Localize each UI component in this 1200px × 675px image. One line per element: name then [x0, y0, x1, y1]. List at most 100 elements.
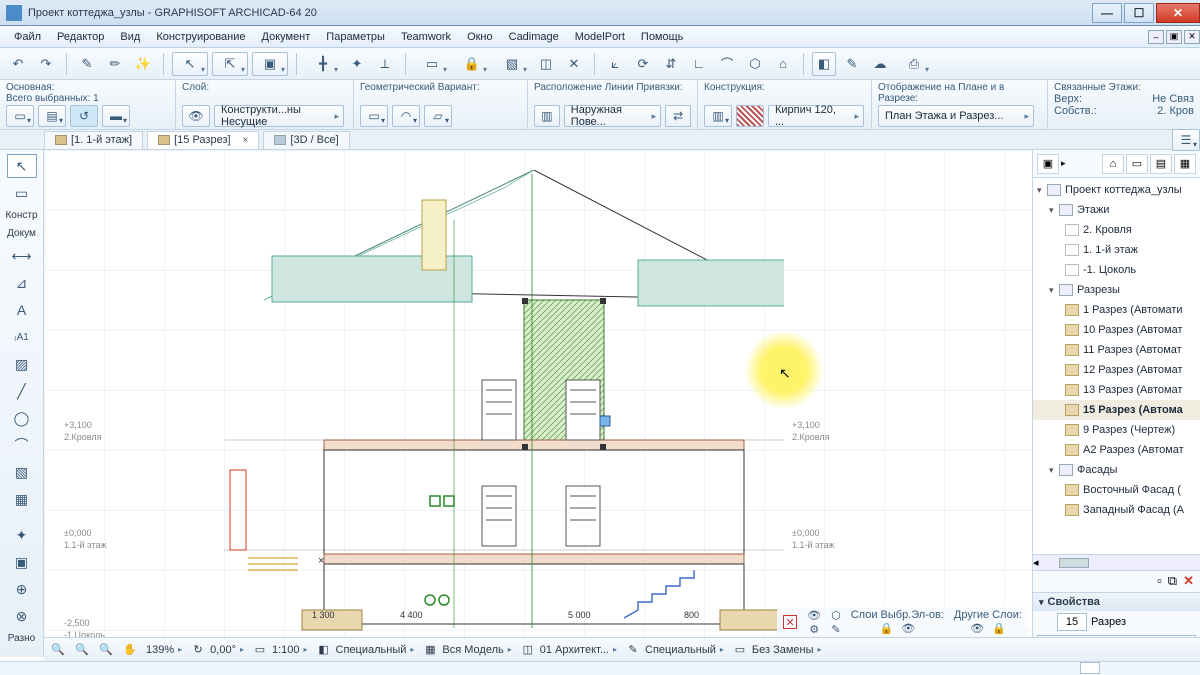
polyline-tool-icon[interactable]: ▧ [7, 460, 37, 484]
props-id-input[interactable] [1057, 613, 1087, 631]
tree-story-base[interactable]: -1. Цоколь [1033, 260, 1200, 280]
figure-tool-icon[interactable]: ▣ [7, 550, 37, 574]
nav-dup-icon[interactable]: ⧉ [1168, 573, 1177, 590]
tab-close-icon[interactable]: × [243, 135, 249, 146]
tree-story-2[interactable]: 2. Кровля [1033, 220, 1200, 240]
pick-icon[interactable]: ✎ [75, 52, 99, 76]
tree-elev-east[interactable]: Восточный Фасад ( [1033, 480, 1200, 500]
constr-type-icon[interactable]: ▥ [704, 105, 732, 127]
rotation-value[interactable]: 0,00° [210, 644, 236, 656]
geom-straight-icon[interactable]: ▭ [360, 105, 388, 127]
cursor-mode-icon[interactable]: ↖ [172, 52, 208, 76]
menu-options[interactable]: Параметры [318, 29, 393, 45]
fill-tool-icon[interactable]: ▨ [7, 352, 37, 376]
tree-story-1[interactable]: 1. 1-й этаж [1033, 240, 1200, 260]
tab-floor-plan[interactable]: [1. 1-й этаж] [44, 131, 143, 149]
hotspot-icon[interactable]: ✦ [7, 523, 37, 547]
arrow-tool-icon[interactable]: ↖ [7, 154, 37, 178]
menu-cadimage[interactable]: Cadimage [501, 29, 567, 45]
label-tool-icon[interactable]: ₍A1 [7, 325, 37, 349]
tree-sec-12[interactable]: 12 Разрез (Автомат [1033, 360, 1200, 380]
maximize-button[interactable]: ☐ [1124, 3, 1154, 23]
menu-close-icon[interactable]: ✕ [1184, 30, 1200, 44]
minimize-button[interactable]: — [1092, 3, 1122, 23]
filter-icon[interactable]: ✕ [562, 52, 586, 76]
text-tool-icon[interactable]: A [7, 298, 37, 322]
status-combo-1[interactable]: Специальный [336, 644, 407, 656]
properties-header[interactable]: ▾Свойства [1033, 593, 1200, 611]
dimension-tool-icon[interactable]: ⟷ [7, 244, 37, 268]
tree-sec-1[interactable]: 1 Разрез (Автомати [1033, 300, 1200, 320]
rotate-icon[interactable]: ↻ [190, 642, 206, 658]
ruler-icon[interactable]: ⟂ [373, 52, 397, 76]
snap-point-icon[interactable]: ✦ [345, 52, 369, 76]
display-combo[interactable]: План Этажа и Разрез... [878, 105, 1034, 127]
qo-select-icon[interactable]: ⬡ [831, 609, 841, 622]
menu-teamwork[interactable]: Teamwork [393, 29, 459, 45]
navigator-tree[interactable]: ▾Проект коттеджа_узлы ▾Этажи 2. Кровля 1… [1033, 178, 1200, 554]
tree-h-scrollbar[interactable]: ◂ [1033, 554, 1200, 570]
3d-cut-icon[interactable]: ▧ [494, 52, 530, 76]
marquee-icon[interactable]: ◫ [534, 52, 558, 76]
group-more[interactable]: Разно [8, 631, 35, 646]
menu-window[interactable]: Окно [459, 29, 501, 45]
status-combo-3[interactable]: 01 Архитект... [540, 644, 609, 656]
redo-icon[interactable]: ↷ [34, 52, 58, 76]
tree-stories[interactable]: ▾Этажи [1033, 200, 1200, 220]
tray-icon[interactable] [1080, 662, 1100, 674]
nav-publish-icon[interactable]: ▦ [1174, 154, 1196, 174]
section-tool-icon[interactable]: ⊕ [7, 577, 37, 601]
line-tool-icon[interactable]: ╱ [7, 379, 37, 403]
nav-layout-icon[interactable]: ▤ [1150, 154, 1172, 174]
menu-help[interactable]: Помощь [633, 29, 692, 45]
menu-design[interactable]: Конструирование [148, 29, 253, 45]
level-icon[interactable]: ⬡ [743, 52, 767, 76]
status-combo-4[interactable]: Специальный [645, 644, 716, 656]
nav-view-icon[interactable]: ▭ [1126, 154, 1148, 174]
trace-icon[interactable]: ▭ [414, 52, 450, 76]
suspend-icon[interactable]: 🔒 [454, 52, 490, 76]
wand-icon[interactable]: ✨ [131, 52, 155, 76]
group-document[interactable]: Докум [7, 226, 36, 241]
scale-value[interactable]: 1:100 [272, 644, 300, 656]
tree-sections[interactable]: ▾Разрезы [1033, 280, 1200, 300]
menu-file[interactable]: Файл [6, 29, 49, 45]
home-icon[interactable]: ⌂ [771, 52, 795, 76]
arc-icon[interactable]: ⌒ [715, 52, 739, 76]
menu-document[interactable]: Документ [254, 29, 319, 45]
nav-delete-icon[interactable]: ✕ [1183, 573, 1194, 590]
nav-project-icon[interactable]: ⌂ [1102, 154, 1124, 174]
drawing-canvas[interactable]: × +3,100 2.Кровля ±0,000 1.1-й этаж -2,5… [44, 150, 1032, 657]
edit-icon[interactable]: ✎ [840, 52, 864, 76]
constr-hatch-icon[interactable] [736, 105, 764, 127]
menu-modelport[interactable]: ModelPort [567, 29, 633, 45]
tab-section-15[interactable]: [15 Разрез]× [147, 131, 259, 149]
status-combo-5[interactable]: Без Замены [752, 644, 814, 656]
layer-eye-icon[interactable]: 👁 [182, 105, 210, 127]
tree-sec-13[interactable]: 13 Разрез (Автомат [1033, 380, 1200, 400]
qo-eye-icon[interactable]: 👁 [807, 609, 821, 622]
zoom-in-icon[interactable]: 🔍 [98, 642, 114, 658]
pan-icon[interactable]: ✋ [122, 642, 138, 658]
nav-new-icon[interactable]: ▫ [1157, 573, 1162, 590]
info-select-icon[interactable]: ↺ [70, 105, 98, 127]
tree-sec-11[interactable]: 11 Разрез (Автомат [1033, 340, 1200, 360]
tree-sec-9[interactable]: 9 Разрез (Чертеж) [1033, 420, 1200, 440]
qo-warning-icon[interactable]: ✕ [783, 615, 797, 629]
info-fav-icon[interactable]: ▤ [38, 105, 66, 127]
nav-settings-icon[interactable]: ▣ [1037, 154, 1059, 174]
guides-icon[interactable]: ▣ [252, 52, 288, 76]
group-design[interactable]: Констр [5, 208, 37, 223]
snap-toggle-icon[interactable]: ⇱ [212, 52, 248, 76]
tab-list-icon[interactable]: ☰ [1172, 129, 1200, 151]
drawing-tool-icon[interactable]: ▦ [7, 487, 37, 511]
worksheet-tool-icon[interactable]: ⊗ [7, 604, 37, 628]
tree-sec-10[interactable]: 10 Разрез (Автомат [1033, 320, 1200, 340]
tab-3d[interactable]: [3D / Все] [263, 131, 349, 149]
menu-view[interactable]: Вид [112, 29, 148, 45]
angle-icon[interactable]: ∟ [687, 52, 711, 76]
close-button[interactable]: ✕ [1156, 3, 1200, 23]
tree-sec-a2[interactable]: A2 Разрез (Автомат [1033, 440, 1200, 460]
render-icon[interactable]: ◧ [812, 52, 836, 76]
tree-sec-15[interactable]: 15 Разрез (Автома [1033, 400, 1200, 420]
